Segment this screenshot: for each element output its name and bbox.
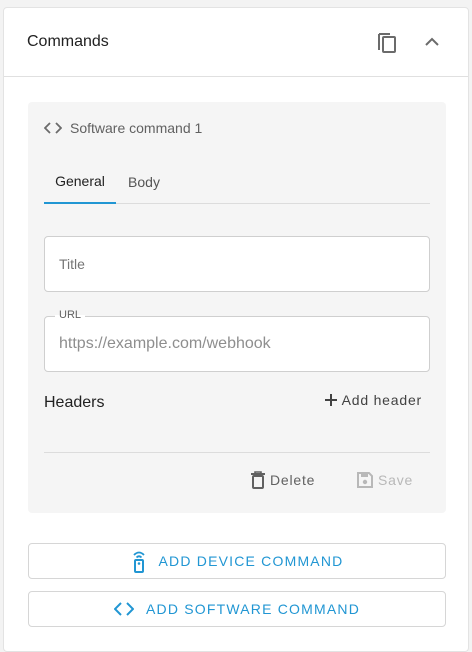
delete-button[interactable]: Delete (250, 468, 315, 492)
code-brackets-icon (113, 602, 134, 616)
card-header: Commands (4, 8, 468, 77)
add-device-command-button[interactable]: ADD DEVICE COMMAND (28, 543, 446, 579)
tab-general[interactable]: General (44, 160, 116, 204)
copy-button[interactable] (373, 28, 401, 56)
command-name: Software command 1 (70, 120, 203, 136)
commands-card: Commands Software command 1 General Body (3, 7, 469, 652)
tab-body[interactable]: Body (116, 160, 172, 204)
url-field[interactable]: URL (44, 309, 430, 372)
add-software-command-label: ADD SOFTWARE COMMAND (145, 601, 361, 617)
add-header-button[interactable]: Add header (324, 392, 422, 408)
collapse-button[interactable] (418, 28, 446, 56)
save-button[interactable]: Save (356, 468, 413, 492)
command-panel: Software command 1 General Body URL Head… (28, 102, 446, 513)
divider (44, 452, 430, 453)
delete-label: Delete (270, 472, 316, 488)
code-brackets-icon (44, 122, 62, 134)
add-header-label: Add header (341, 392, 422, 408)
command-heading: Software command 1 (44, 120, 202, 136)
floppy-disk-icon (357, 472, 373, 488)
card-title: Commands (27, 33, 109, 50)
headers-row: Headers Add header (44, 390, 430, 416)
add-software-command-button[interactable]: ADD SOFTWARE COMMAND (28, 591, 446, 627)
trash-icon (251, 471, 265, 489)
remote-control-icon (132, 551, 145, 573)
command-tabs: General Body (44, 160, 430, 204)
save-label: Save (378, 472, 414, 488)
plus-icon (324, 394, 337, 406)
title-field[interactable] (44, 236, 430, 292)
add-device-command-label: ADD DEVICE COMMAND (158, 553, 344, 569)
title-input[interactable] (59, 237, 415, 291)
copy-icon (378, 33, 396, 53)
headers-label: Headers (44, 394, 105, 411)
url-input[interactable] (59, 317, 415, 371)
chevron-up-icon (425, 37, 439, 46)
